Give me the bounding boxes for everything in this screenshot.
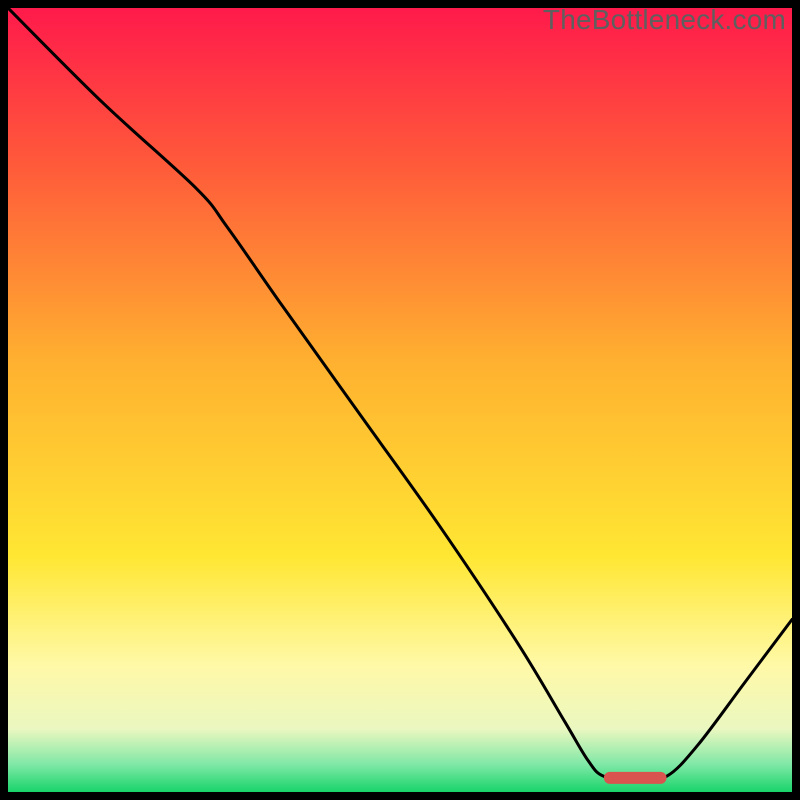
watermark-text: TheBottleneck.com bbox=[543, 4, 786, 36]
optimal-range-marker bbox=[604, 772, 667, 784]
chart-frame: TheBottleneck.com bbox=[0, 0, 800, 800]
plot-area bbox=[8, 8, 792, 792]
bottleneck-chart bbox=[8, 8, 792, 792]
